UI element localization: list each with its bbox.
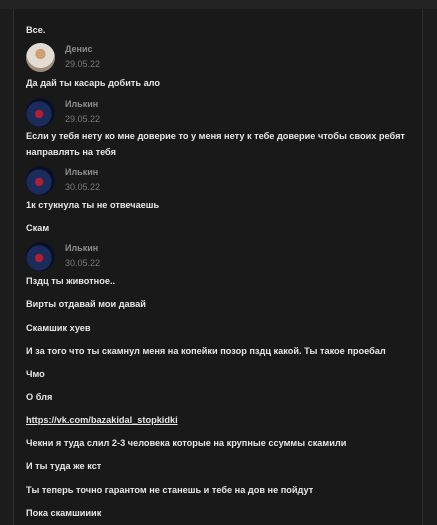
message-text: И ты туда же кст: [26, 461, 102, 471]
message-text: Ты теперь точно гарантом не станешь и те…: [26, 485, 314, 495]
message-text: 1к стукнула ты не отвечаешь: [26, 200, 160, 210]
avatar[interactable]: [26, 166, 55, 195]
message-date: 29.05.22: [65, 59, 101, 69]
message-text: Если у тебя нету ко мне доверие то у мен…: [26, 131, 405, 157]
message-text: Чмо: [26, 369, 45, 379]
message-text: Все.: [26, 25, 46, 35]
message-text: Да дай ты касарь добить ало: [26, 78, 161, 88]
chat-history-panel: Все. Денис 29.05.22 Да дай ты касарь доб…: [13, 9, 423, 525]
avatar[interactable]: [26, 43, 55, 72]
author-name[interactable]: Илькин: [65, 167, 98, 177]
vk-link[interactable]: https://vk.com/bazakidal_stopkidki: [26, 415, 178, 425]
message-date: 29.05.22: [65, 114, 101, 124]
message-text: Чекни я туда слил 2-3 человека которые н…: [26, 438, 347, 448]
message-text: Вирты отдавай мои давай: [26, 299, 146, 309]
author-name[interactable]: Илькин: [65, 243, 98, 253]
message-text: Пока скамшииик: [26, 508, 102, 518]
author-name[interactable]: Илькин: [65, 99, 98, 109]
message-text: Скам: [26, 223, 50, 233]
author-name[interactable]: Денис: [65, 44, 93, 54]
message-text: О бля: [26, 392, 53, 402]
message-link[interactable]: https://vk.com/bazakidal_stopkidki: [26, 412, 178, 428]
message-date: 30.05.22: [65, 258, 101, 268]
window-top-bar: [0, 0, 437, 9]
message-text: Пздц ты животное..: [26, 276, 116, 286]
avatar[interactable]: [26, 242, 55, 271]
message-text: Скамшик хуев: [26, 323, 91, 333]
message-text: И за того что ты скамнул меня на копейки…: [26, 346, 386, 356]
message-date: 30.05.22: [65, 182, 101, 192]
avatar[interactable]: [26, 98, 55, 127]
